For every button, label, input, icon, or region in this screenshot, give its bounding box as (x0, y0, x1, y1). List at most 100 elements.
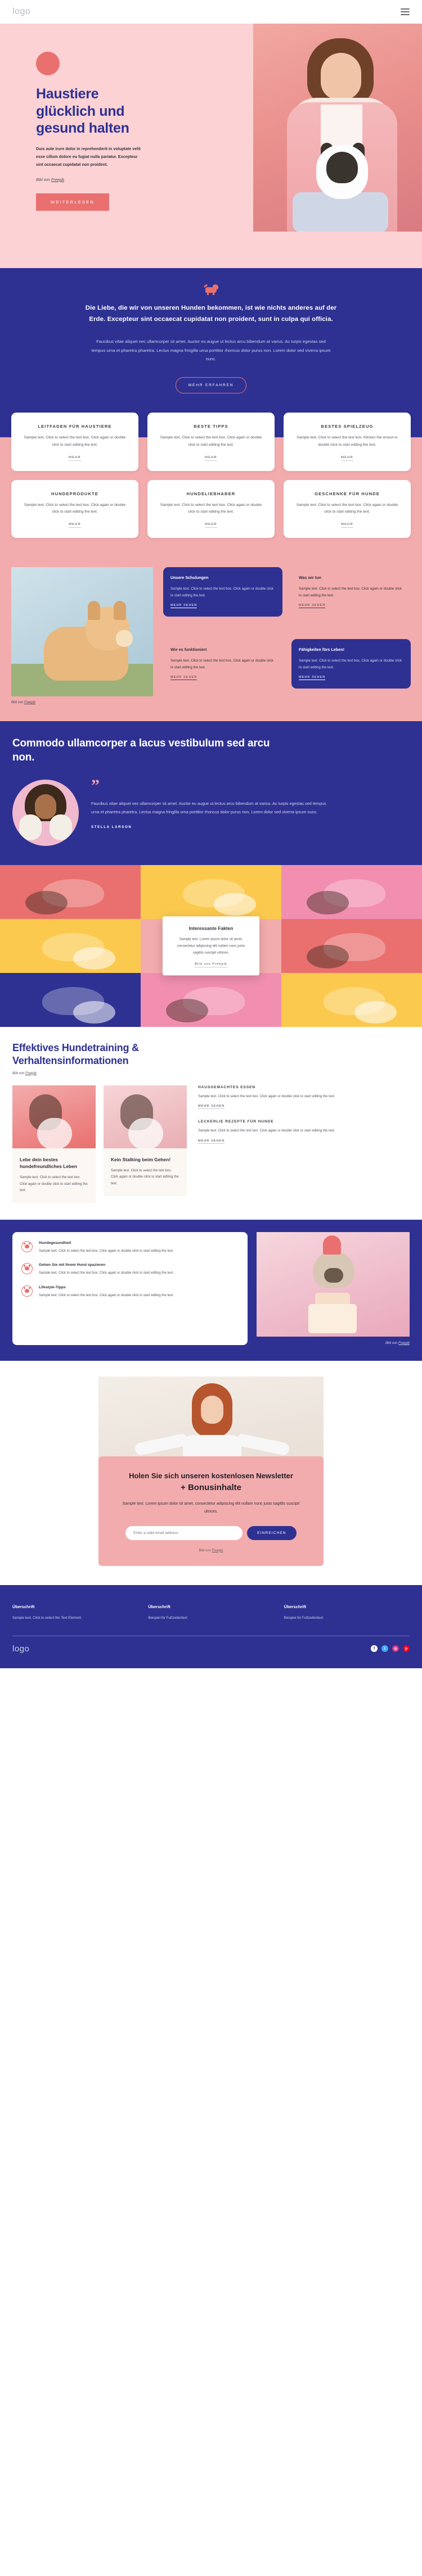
mosaic-tile (281, 864, 422, 919)
card-text: Sample text. Click to select the text bo… (160, 502, 262, 514)
facts-link[interactable]: Bild von Freepik (195, 962, 227, 968)
footer-column-title: Überschrift (12, 1604, 35, 1609)
benefit-title: Hundegesundheit (39, 1241, 71, 1245)
footer-column-title: Überschrift (148, 1604, 170, 1609)
hamburger-icon[interactable] (401, 8, 410, 15)
training-list-text: Sample text. Click to select the text bo… (198, 1129, 335, 1133)
training-list-link[interactable]: MEHR SEHEN (198, 1104, 225, 1110)
training-list-link[interactable]: MEHR SEHEN (198, 1139, 225, 1144)
site-logo[interactable]: logo (12, 7, 30, 17)
benefits-photo-dog-cake (257, 1232, 410, 1337)
mosaic-tile (281, 918, 422, 973)
credit-prefix: Bild von (199, 1549, 212, 1552)
card-item[interactable]: HUNDELIEBHABER Sample text. Click to sel… (147, 479, 275, 538)
email-input[interactable] (125, 1525, 243, 1540)
card-title: HUNDELIEBHABER (186, 491, 236, 496)
benefit-text: Sample text. Click to select the text bo… (39, 1293, 174, 1297)
twitter-icon[interactable]: t (381, 1645, 388, 1653)
card-text: Sample text. Click to select the text bo… (24, 435, 126, 447)
benefit-item[interactable]: Gehen Sie mit Ihrem Hund spazieren Sampl… (21, 1263, 239, 1276)
feature-tile-title: Wie es funktioniert (170, 647, 207, 653)
facebook-icon[interactable]: f (371, 1645, 378, 1653)
features-image-credit: Bild von Freepik (11, 701, 153, 704)
feature-tile-link[interactable]: MEHR SEHEN (170, 604, 197, 609)
credit-prefix: Bild von (36, 178, 51, 182)
training-list-item[interactable]: HAUSGEMACHTES ESSEN Sample text. Click t… (198, 1085, 410, 1110)
feature-tile-title: Was wir tun (299, 575, 322, 581)
training-card[interactable]: Lebe dein bestes hundefreundliches Leben… (12, 1085, 96, 1203)
card-item[interactable]: BESTE TIPPS Sample text. Click to select… (147, 412, 275, 471)
training-heading: Effektives Hundetraining & Verhaltensinf… (12, 1042, 139, 1066)
intro-heading: Die Liebe, die wir von unseren Hunden be… (85, 305, 337, 323)
credit-prefix: Bild von (385, 1341, 398, 1345)
credit-link[interactable]: Freepik (398, 1342, 410, 1345)
pinterest-icon[interactable]: p (403, 1645, 410, 1653)
feature-tile[interactable]: Fähigkeiten fürs Leben! Sample text. Cli… (291, 639, 411, 689)
feature-tile-text: Sample text. Click to select the text bo… (299, 586, 402, 597)
training-card[interactable]: Kein Stalking beim Gehen! Sample text. C… (104, 1085, 187, 1203)
card-more-link[interactable]: MEHR (69, 523, 81, 528)
social-links: f t ◎ p (371, 1645, 410, 1653)
newsletter-card: Holen Sie sich unseren kostenlosen Newsl… (98, 1456, 324, 1566)
newsletter-submit-button[interactable]: EINREICHEN (247, 1525, 297, 1540)
feature-tile[interactable]: Was wir tun Sample text. Click to select… (291, 567, 411, 617)
benefit-item[interactable]: Lifestyle-Tipps Sample text. Click to se… (21, 1285, 239, 1299)
paw-circle-icon (21, 1263, 33, 1275)
feature-tile[interactable]: Wie es funktioniert Sample text. Click t… (163, 639, 282, 689)
photo-mosaic-section: Interessante Fakten Sample text. Lorem i… (0, 864, 422, 1027)
intro-paragraph: Faucibus vitae aliquet nec ullamcorper s… (91, 339, 331, 362)
training-card-title: Kein Stalking beim Gehen! (111, 1156, 171, 1162)
credit-link[interactable]: Freepik (212, 1549, 223, 1552)
features-section: Bild von Freepik Unsere Schulungen Sampl… (0, 557, 422, 722)
card-title: BESTE TIPPS (194, 423, 228, 429)
card-item[interactable]: LEITFADEN FÜR HAUSTIERE Sample text. Cli… (11, 412, 138, 471)
feature-tiles: Unsere Schulungen Sample text. Click to … (163, 567, 411, 704)
feature-tile-link[interactable]: MEHR SEHEN (299, 676, 326, 681)
card-more-link[interactable]: MEHR (205, 456, 217, 461)
feature-tile-link[interactable]: MEHR SEHEN (170, 676, 197, 681)
footer: Überschrift Sample text. Click to select… (0, 1584, 422, 1668)
training-list: HAUSGEMACHTES ESSEN Sample text. Click t… (195, 1085, 410, 1203)
footer-column: Überschrift Beispiel für Fußzeilentext (284, 1604, 410, 1621)
card-more-link[interactable]: MEHR (69, 456, 81, 461)
credit-link[interactable]: Freepik (51, 178, 64, 182)
card-title: BESTES SPIELZEUG (321, 423, 374, 429)
credit-link[interactable]: Freepik (25, 1072, 37, 1075)
footer-logo[interactable]: logo (12, 1644, 29, 1654)
credit-prefix: Bild von (12, 1071, 26, 1075)
card-item[interactable]: HUNDEPRODUKTE Sample text. Click to sele… (11, 479, 138, 538)
benefit-text: Sample text. Click to select the text bo… (39, 1271, 174, 1275)
card-more-link[interactable]: MEHR (341, 523, 353, 528)
intro-section: Die Liebe, die wir von unseren Hunden be… (0, 268, 422, 413)
credit-link[interactable]: Freepik (24, 701, 35, 704)
newsletter-line1: Holen Sie sich unseren kostenlosen Newsl… (129, 1471, 293, 1480)
credit-prefix: Bild von (11, 701, 25, 705)
newsletter-line2: + Bonusinhalte (181, 1482, 241, 1492)
benefits-list: Hundegesundheit Sample text. Click to se… (12, 1232, 248, 1345)
card-more-link[interactable]: MEHR (205, 523, 217, 528)
feature-tile[interactable]: Unsere Schulungen Sample text. Click to … (163, 567, 282, 617)
footer-column-text: Beispiel für Fußzeilentext (284, 1615, 324, 1620)
decorative-circle (36, 52, 60, 75)
training-card-title: Lebe dein bestes hundefreundliches Leben (20, 1156, 77, 1169)
benefits-section: Hundegesundheit Sample text. Click to se… (0, 1219, 422, 1361)
card-more-link[interactable]: MEHR (341, 456, 353, 461)
mosaic-tile (141, 972, 281, 1027)
mosaic-tile (0, 972, 141, 1027)
testimonial-section: Commodo ullamcorper a lacus vestibulum s… (0, 721, 422, 865)
card-item[interactable]: BESTES SPIELZEUG Sample text. Click to s… (284, 412, 411, 471)
mosaic-tile (281, 972, 422, 1027)
testimonial-text: Faucibus vitae aliquet nec ullamcorper s… (91, 800, 326, 814)
benefit-title: Lifestyle-Tipps (39, 1285, 66, 1289)
benefit-item[interactable]: Hundegesundheit Sample text. Click to se… (21, 1241, 239, 1255)
instagram-icon[interactable]: ◎ (392, 1645, 399, 1653)
training-list-item[interactable]: LECKERLIE REZEPTE FÜR HUNDE Sample text.… (198, 1120, 410, 1144)
hero-photo-woman-with-dog (253, 24, 422, 232)
feature-tile-link[interactable]: MEHR SEHEN (299, 604, 326, 609)
card-text: Sample text. Click to select the text bo… (297, 435, 398, 447)
hero-image-credit: Bild von Freepik (36, 178, 158, 182)
hero-cta-button[interactable]: WEITERLESEN (36, 193, 109, 211)
card-text: Sample text. Click to select the text bo… (24, 502, 126, 514)
intro-cta-button[interactable]: MEHR ERFAHREN (175, 377, 247, 393)
card-item[interactable]: GESCHENKE FÜR HUNDE Sample text. Click t… (284, 479, 411, 538)
